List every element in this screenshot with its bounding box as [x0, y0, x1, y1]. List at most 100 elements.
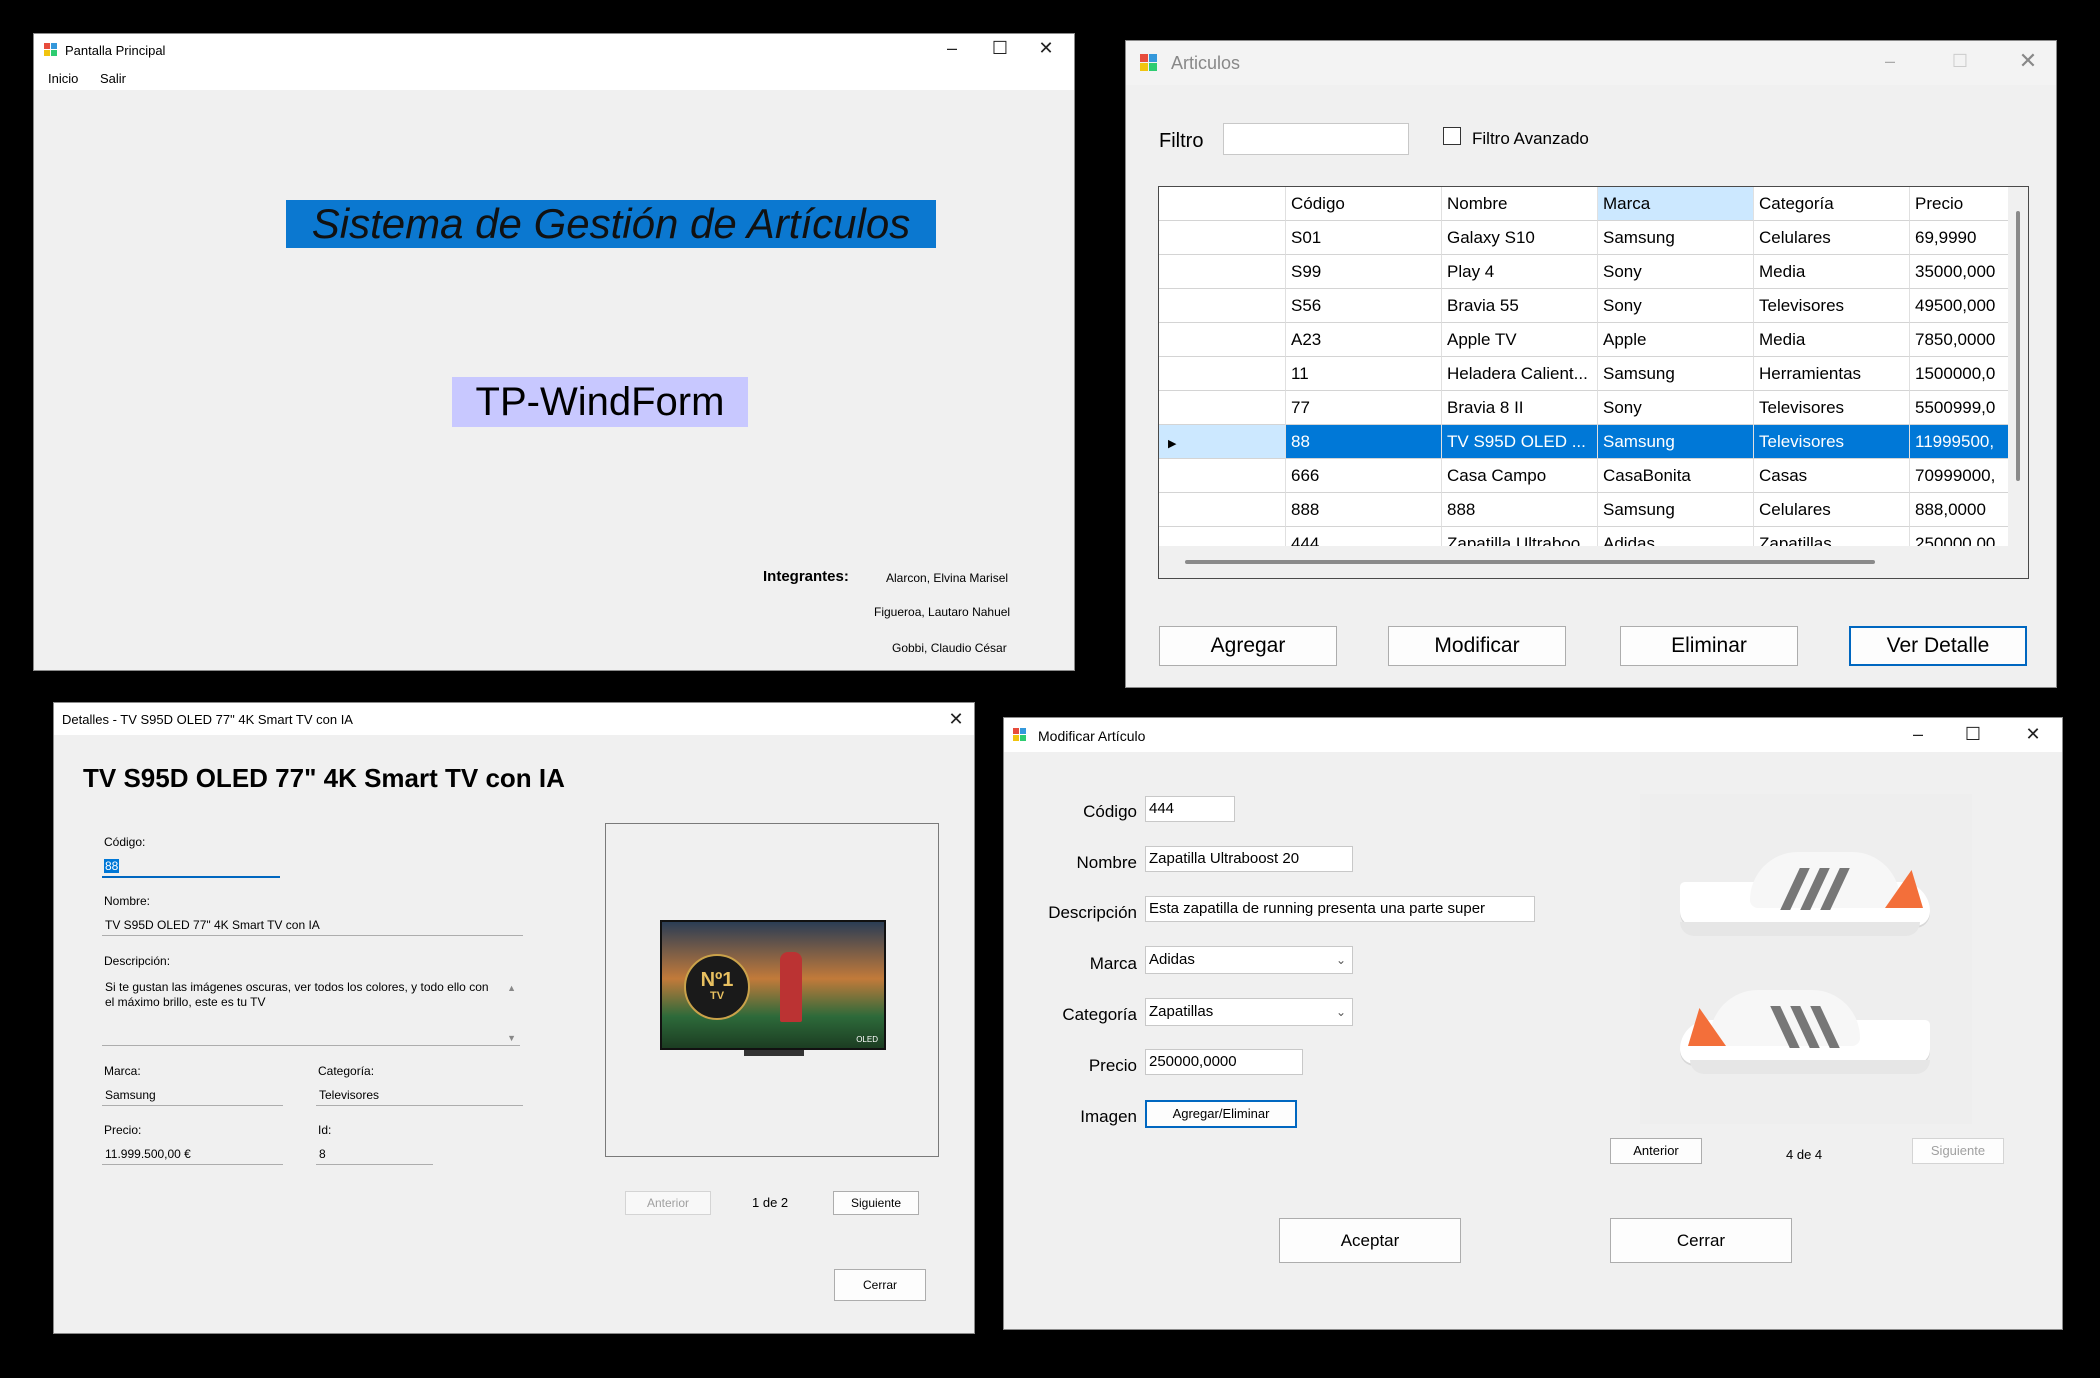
row-header[interactable]: [1159, 493, 1286, 527]
grid-cell[interactable]: Casa Campo: [1442, 459, 1598, 493]
grid-cell[interactable]: A23: [1286, 323, 1442, 357]
menu-item-salir[interactable]: Salir: [100, 71, 126, 86]
minimize-icon[interactable]: –: [938, 38, 966, 58]
previous-button[interactable]: Anterior: [625, 1191, 711, 1215]
brand-field[interactable]: Samsung: [102, 1085, 283, 1106]
close-icon[interactable]: ✕: [2012, 50, 2044, 72]
accept-button[interactable]: Aceptar: [1279, 1218, 1461, 1263]
modify-titlebar[interactable]: Modificar Artículo – ☐ ✕: [1004, 718, 2062, 752]
grid-cell[interactable]: Bravia 55: [1442, 289, 1598, 323]
grid-cell[interactable]: 1500000,0: [1910, 357, 2010, 391]
close-button[interactable]: Cerrar: [834, 1269, 926, 1301]
brand-select[interactable]: Adidas ⌄: [1145, 946, 1353, 974]
grid-cell[interactable]: Televisores: [1754, 425, 1910, 459]
grid-cell[interactable]: Media: [1754, 255, 1910, 289]
code-input[interactable]: 444: [1145, 796, 1235, 822]
column-header[interactable]: Marca: [1598, 187, 1754, 221]
scroll-down-icon[interactable]: ▼: [507, 1033, 516, 1043]
grid-cell[interactable]: 70999000,: [1910, 459, 2010, 493]
grid-cell[interactable]: 88: [1286, 425, 1442, 459]
row-header[interactable]: [1159, 255, 1286, 289]
maximize-icon[interactable]: ☐: [986, 38, 1014, 58]
grid-cell[interactable]: TV S95D OLED ...: [1442, 425, 1598, 459]
grid-cell[interactable]: 888,0000: [1910, 493, 2010, 527]
row-header[interactable]: [1159, 221, 1286, 255]
grid-cell[interactable]: Apple: [1598, 323, 1754, 357]
grid-cell[interactable]: 888: [1442, 493, 1598, 527]
code-field[interactable]: 88: [102, 856, 280, 878]
filter-input[interactable]: [1223, 123, 1409, 155]
hscrollbar-thumb[interactable]: [1185, 560, 1875, 564]
column-header[interactable]: Nombre: [1442, 187, 1598, 221]
horizontal-scrollbar[interactable]: [1159, 546, 2028, 578]
name-field[interactable]: TV S95D OLED 77" 4K Smart TV con IA: [102, 915, 523, 936]
modify-button[interactable]: Modificar: [1388, 626, 1566, 666]
grid-cell[interactable]: Herramientas: [1754, 357, 1910, 391]
row-header[interactable]: [1159, 357, 1286, 391]
grid-cell[interactable]: Heladera Calient...: [1442, 357, 1598, 391]
menu-item-inicio[interactable]: Inicio: [48, 71, 78, 86]
grid-cell[interactable]: Samsung: [1598, 221, 1754, 255]
close-icon[interactable]: ✕: [1032, 38, 1060, 58]
grid-cell[interactable]: Samsung: [1598, 425, 1754, 459]
articles-grid[interactable]: Código Nombre Marca Categoría Precio S01 Galax…: [1158, 186, 2029, 579]
grid-cell[interactable]: 49500,000: [1910, 289, 2010, 323]
grid-cell[interactable]: S01: [1286, 221, 1442, 255]
minimize-icon[interactable]: –: [1904, 724, 1932, 744]
id-field[interactable]: 8: [316, 1144, 433, 1165]
grid-cell[interactable]: Play 4: [1442, 255, 1598, 289]
row-header[interactable]: [1159, 391, 1286, 425]
maximize-icon[interactable]: ☐: [1944, 51, 1976, 71]
price-input[interactable]: 250000,0000: [1145, 1049, 1303, 1075]
grid-cell[interactable]: Sony: [1598, 289, 1754, 323]
detail-titlebar[interactable]: Detalles - TV S95D OLED 77" 4K Smart TV …: [54, 703, 974, 735]
grid-cell[interactable]: Samsung: [1598, 357, 1754, 391]
scroll-up-icon[interactable]: ▲: [507, 983, 516, 993]
row-header[interactable]: [1159, 459, 1286, 493]
column-header[interactable]: Código: [1286, 187, 1442, 221]
grid-cell[interactable]: 7850,0000: [1910, 323, 2010, 357]
grid-cell[interactable]: Sony: [1598, 391, 1754, 425]
grid-cell[interactable]: Casas: [1754, 459, 1910, 493]
category-select[interactable]: Zapatillas ⌄: [1145, 998, 1353, 1026]
advanced-filter-checkbox[interactable]: [1443, 127, 1461, 145]
row-header[interactable]: [1159, 323, 1286, 357]
grid-cell[interactable]: 69,9990: [1910, 221, 2010, 255]
column-header[interactable]: Precio: [1910, 187, 2010, 221]
column-header[interactable]: Categoría: [1754, 187, 1910, 221]
grid-cell[interactable]: Televisores: [1754, 289, 1910, 323]
grid-cell[interactable]: Celulares: [1754, 221, 1910, 255]
grid-cell[interactable]: 666: [1286, 459, 1442, 493]
advanced-filter-label[interactable]: Filtro Avanzado: [1472, 129, 1589, 149]
grid-cell[interactable]: Media: [1754, 323, 1910, 357]
maximize-icon[interactable]: ☐: [1959, 724, 1987, 744]
description-input[interactable]: Esta zapatilla de running presenta una p…: [1145, 896, 1535, 922]
add-remove-image-button[interactable]: Agregar/Eliminar: [1145, 1100, 1297, 1128]
grid-cell[interactable]: Samsung: [1598, 493, 1754, 527]
category-field[interactable]: Televisores: [316, 1085, 523, 1106]
close-button[interactable]: Cerrar: [1610, 1218, 1792, 1263]
row-header[interactable]: [1159, 289, 1286, 323]
grid-cell[interactable]: 35000,000: [1910, 255, 2010, 289]
grid-cell[interactable]: 11999500,: [1910, 425, 2010, 459]
previous-button[interactable]: Anterior: [1610, 1138, 1702, 1164]
view-detail-button[interactable]: Ver Detalle: [1849, 626, 2027, 666]
name-input[interactable]: Zapatilla Ultraboost 20: [1145, 846, 1353, 872]
grid-cell[interactable]: 888: [1286, 493, 1442, 527]
grid-cell[interactable]: Sony: [1598, 255, 1754, 289]
main-titlebar[interactable]: Pantalla Principal – ☐ ✕: [34, 34, 1074, 66]
grid-cell[interactable]: Apple TV: [1442, 323, 1598, 357]
delete-button[interactable]: Eliminar: [1620, 626, 1798, 666]
add-button[interactable]: Agregar: [1159, 626, 1337, 666]
close-icon[interactable]: ✕: [943, 709, 969, 729]
minimize-icon[interactable]: –: [1874, 51, 1906, 71]
grid-cell[interactable]: Bravia 8 II: [1442, 391, 1598, 425]
close-icon[interactable]: ✕: [2019, 724, 2047, 744]
grid-cell[interactable]: 11: [1286, 357, 1442, 391]
grid-cell[interactable]: S99: [1286, 255, 1442, 289]
grid-cell[interactable]: 77: [1286, 391, 1442, 425]
row-header[interactable]: ▶: [1159, 425, 1286, 459]
vertical-scrollbar[interactable]: [2008, 187, 2028, 547]
grid-cell[interactable]: S56: [1286, 289, 1442, 323]
grid-cell[interactable]: 5500999,0: [1910, 391, 2010, 425]
